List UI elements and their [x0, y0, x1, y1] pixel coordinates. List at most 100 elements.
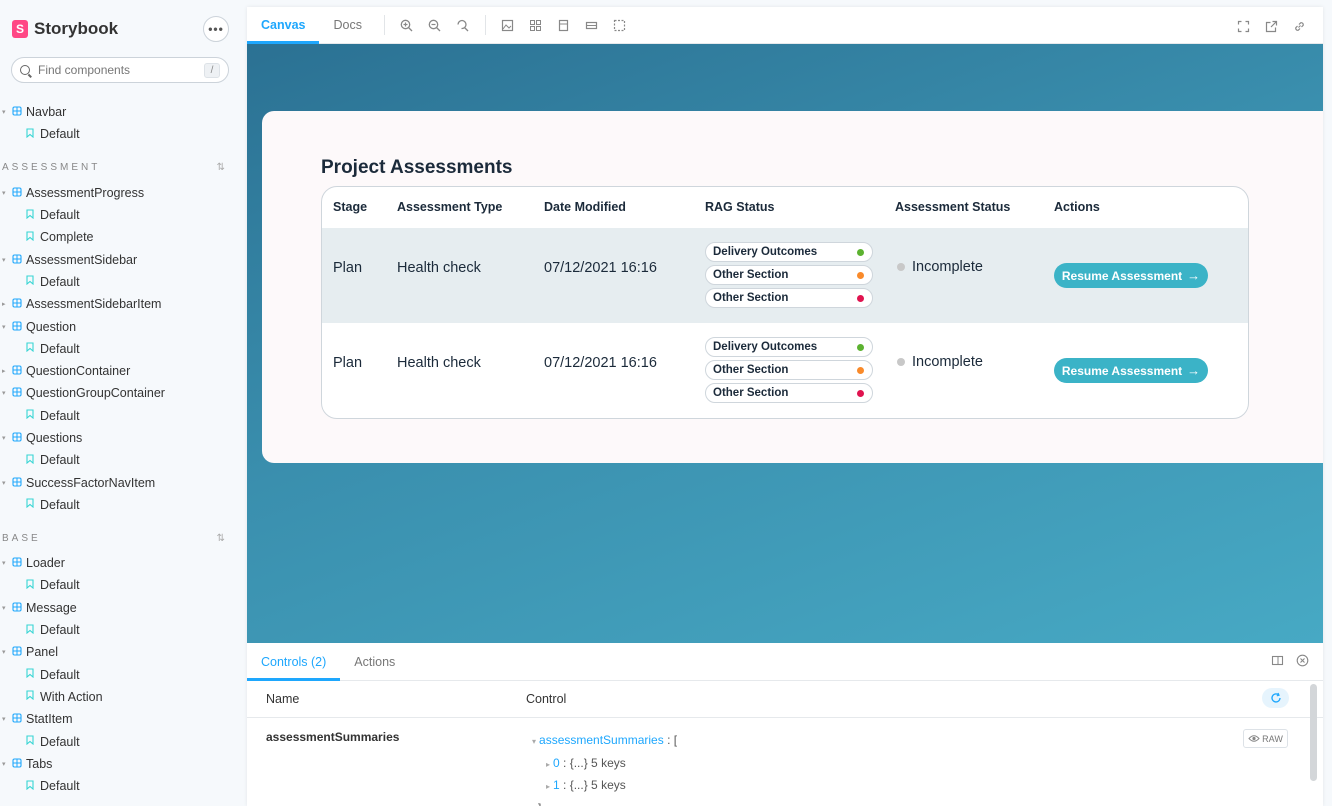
json-item[interactable]: ▸ 1 : {...} 5 keys: [532, 775, 677, 798]
sidebar-item-label: QuestionContainer: [26, 364, 131, 379]
sidebar-story[interactable]: Default: [0, 204, 247, 226]
sidebar-component[interactable]: ▾ SuccessFactorNavItem: [0, 471, 247, 493]
expand-caret-icon[interactable]: ▸: [546, 760, 550, 769]
page-title: Project Assessments: [321, 157, 513, 178]
app-title: Storybook: [34, 19, 119, 38]
grid-icon[interactable]: [525, 14, 547, 36]
background-icon[interactable]: [497, 14, 519, 36]
caret-down-icon: ▾: [2, 716, 6, 724]
more-menu-button[interactable]: •••: [203, 16, 229, 42]
search-input[interactable]: Find components /: [11, 57, 229, 83]
search-placeholder: Find components: [38, 63, 131, 77]
sidebar-story[interactable]: Default: [0, 123, 247, 145]
sidebar-component[interactable]: ▾ Navbar: [0, 101, 247, 123]
sidebar-item-label: Default: [40, 408, 80, 423]
sidebar: S Storybook ••• Find components / ▾ Navba…: [0, 0, 247, 806]
zoom-out-icon[interactable]: [424, 14, 446, 36]
sidebar-item-label: Complete: [40, 230, 94, 245]
header-assessment-type: Assessment Type: [397, 200, 503, 214]
sidebar-item-label: QuestionGroupContainer: [26, 386, 165, 401]
scrollbar[interactable]: [1310, 684, 1317, 781]
sidebar-story[interactable]: Default: [0, 494, 247, 516]
header-assessment-status: Assessment Status: [895, 200, 1011, 214]
sidebar-story[interactable]: Default: [0, 619, 247, 641]
json-item[interactable]: ▸ 0 : {...} 5 keys: [532, 753, 677, 776]
sidebar-component[interactable]: ▾ StatItem: [0, 708, 247, 730]
measure-icon[interactable]: [581, 14, 603, 36]
column-control: Control: [526, 692, 567, 706]
sidebar-item-label: Default: [40, 453, 80, 468]
zoom-in-icon[interactable]: [396, 14, 418, 36]
sidebar-item-label: Default: [40, 341, 80, 356]
table-row: Plan Health check 07/12/2021 16:16 Delivery…: [322, 228, 1248, 323]
sidebar-group-base[interactable]: BASE ⇅: [0, 516, 247, 552]
sidebar-component[interactable]: ▾ Message: [0, 597, 247, 619]
sidebar-item-label: Loader: [26, 556, 65, 571]
resume-assessment-button[interactable]: Resume Assessment →: [1054, 263, 1208, 288]
rag-pill-label: Delivery Outcomes: [713, 341, 818, 353]
json-root-line[interactable]: ▾ assessmentSummaries : [: [532, 730, 677, 753]
rag-status-dot: [857, 343, 864, 351]
json-close-bracket: ]: [532, 798, 677, 806]
expand-caret-icon[interactable]: ▸: [546, 782, 550, 791]
rag-pill: Delivery Outcomes: [705, 337, 873, 357]
close-panel-icon[interactable]: [1296, 654, 1309, 670]
sidebar-component[interactable]: ▾ AssessmentProgress: [0, 182, 247, 204]
sidebar-item-label: StatItem: [26, 712, 73, 727]
json-key: assessmentSummaries: [539, 733, 664, 747]
sidebar-component[interactable]: ▾ Question: [0, 315, 247, 337]
viewport-icon[interactable]: [553, 14, 575, 36]
column-name: Name: [266, 692, 300, 706]
collapse-caret-icon[interactable]: ▾: [532, 737, 536, 746]
expand-collapse-icon[interactable]: ⇅: [217, 162, 225, 173]
brand[interactable]: S Storybook: [12, 19, 118, 39]
sidebar-story[interactable]: Default: [0, 271, 247, 293]
tab-canvas[interactable]: Canvas: [247, 7, 320, 44]
expand-collapse-icon[interactable]: ⇅: [217, 533, 225, 544]
sidebar-story[interactable]: Default: [0, 730, 247, 752]
panel-orientation-icon[interactable]: [1271, 654, 1284, 670]
sidebar-component[interactable]: ▾ Questions: [0, 427, 247, 449]
sidebar-component[interactable]: ▾ Panel: [0, 641, 247, 663]
sidebar-story[interactable]: Default: [0, 405, 247, 427]
fullscreen-icon[interactable]: [1232, 15, 1254, 37]
sidebar-story[interactable]: Complete: [0, 226, 247, 248]
bookmark-icon: [26, 690, 34, 703]
caret-down-icon: ▾: [2, 189, 6, 197]
sidebar-story[interactable]: Default: [0, 574, 247, 596]
json-value: : {...} 5 keys: [559, 755, 626, 770]
resume-assessment-button[interactable]: Resume Assessment →: [1054, 358, 1208, 383]
sidebar-component[interactable]: ▾ Loader: [0, 552, 247, 574]
outline-icon[interactable]: [609, 14, 631, 36]
sidebar-component[interactable]: ▸ QuestionContainer: [0, 360, 247, 382]
sidebar-component[interactable]: ▾ AssessmentSidebar: [0, 248, 247, 270]
sidebar-item-label: Default: [40, 208, 80, 223]
rag-status-dot: [857, 389, 864, 397]
open-new-tab-icon[interactable]: [1260, 15, 1282, 37]
status-dot-icon: [897, 263, 905, 272]
sidebar-component[interactable]: ▾ QuestionGroupContainer: [0, 382, 247, 404]
sidebar-component[interactable]: ▾ Tabs: [0, 753, 247, 775]
sidebar-group-assessment[interactable]: ASSESSMENT ⇅: [0, 146, 247, 182]
tab-controls[interactable]: Controls (2): [247, 643, 341, 681]
sidebar-item-label: Default: [40, 274, 80, 289]
tab-actions[interactable]: Actions: [340, 643, 409, 681]
zoom-reset-icon[interactable]: [452, 14, 474, 36]
tab-docs[interactable]: Docs: [319, 7, 375, 44]
raw-toggle-button[interactable]: RAW: [1243, 729, 1288, 748]
sidebar-story[interactable]: Default: [0, 664, 247, 686]
sidebar-component[interactable]: ▸ AssessmentSidebarItem: [0, 293, 247, 315]
sidebar-story[interactable]: Default: [0, 775, 247, 797]
sidebar-story[interactable]: Default: [0, 449, 247, 471]
sidebar-item-label: With Action: [40, 689, 103, 704]
reset-controls-button[interactable]: [1262, 688, 1289, 708]
sidebar-story[interactable]: With Action: [0, 686, 247, 708]
controls-header: Name Control: [247, 681, 1323, 718]
sidebar-story[interactable]: Default: [0, 338, 247, 360]
sidebar-item-label: AssessmentSidebar: [26, 252, 138, 267]
status-label: Incomplete: [912, 259, 983, 275]
json-editor[interactable]: ▾ assessmentSummaries : [ ▸ 0 : {...} 5 ke…: [532, 730, 677, 806]
component-icon: [12, 386, 22, 400]
sidebar-group-label: BASE: [2, 532, 41, 544]
copy-link-icon[interactable]: [1288, 15, 1310, 37]
